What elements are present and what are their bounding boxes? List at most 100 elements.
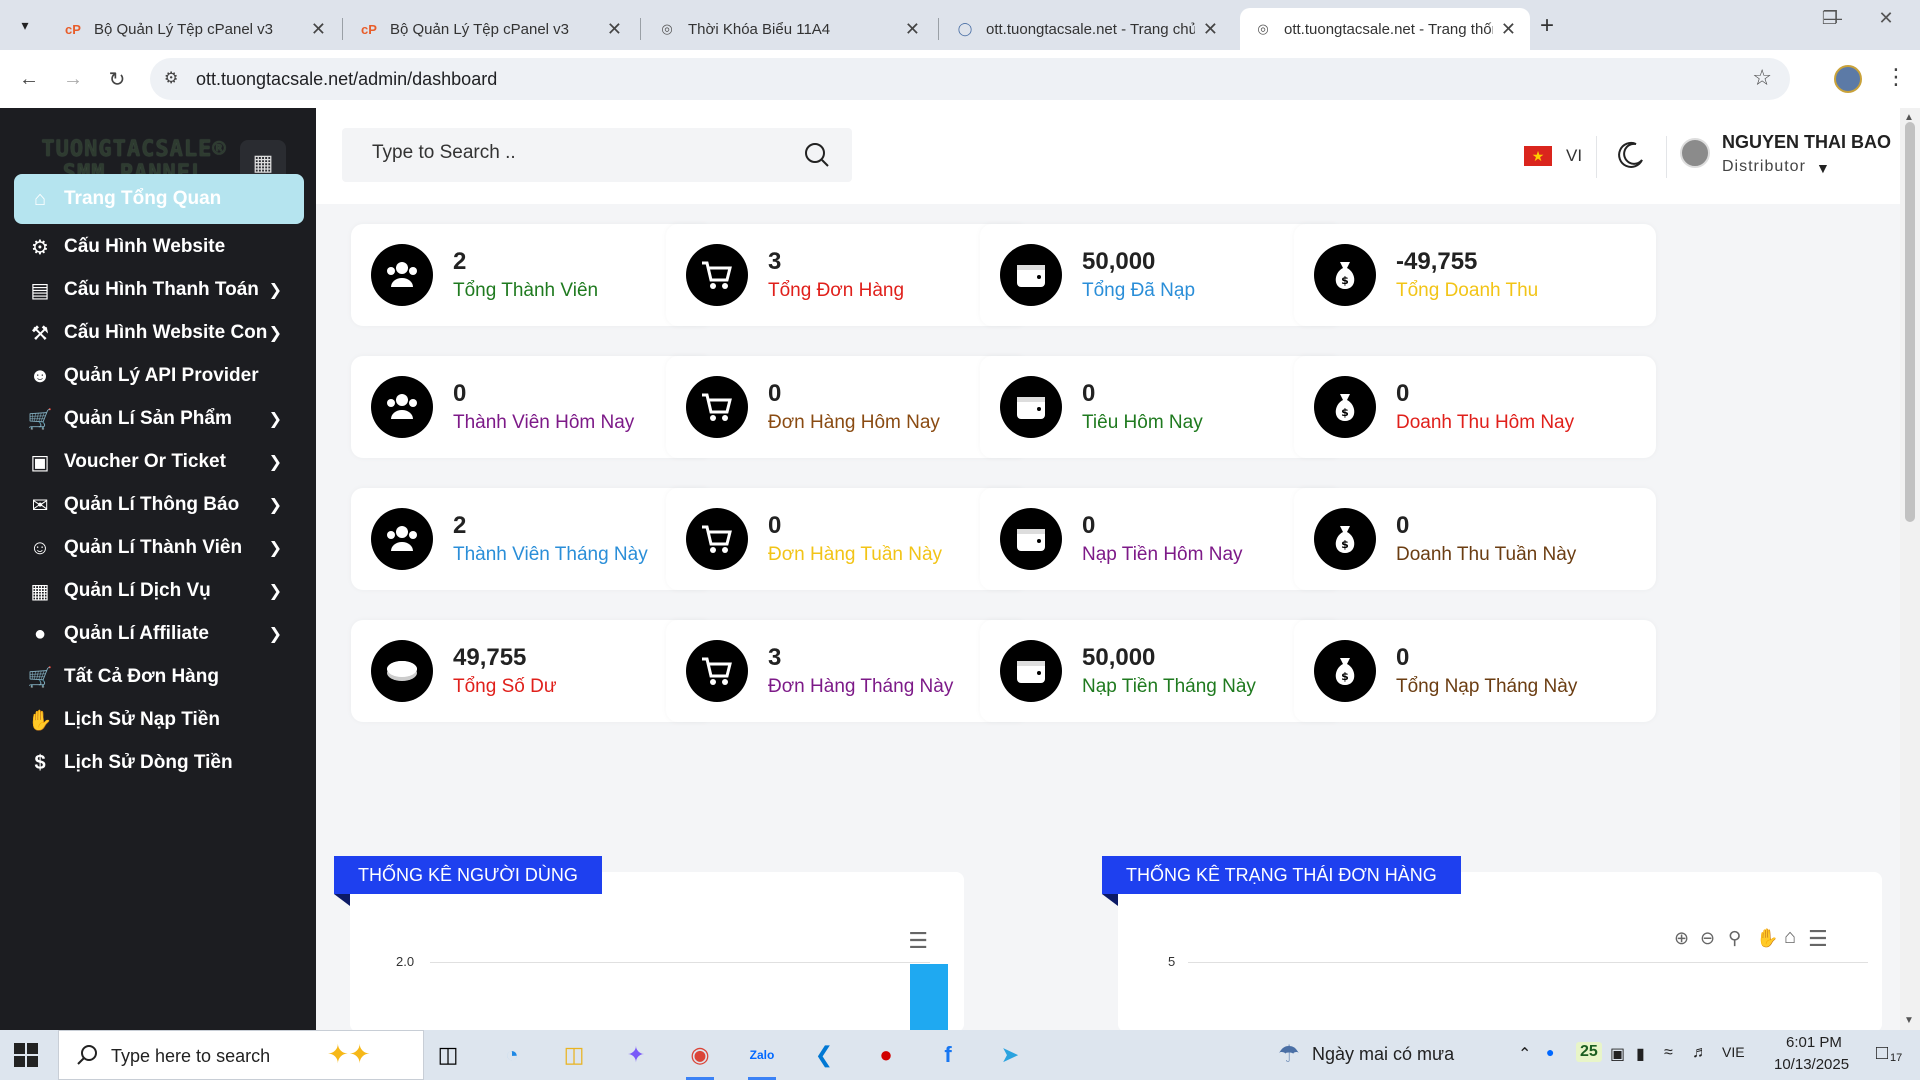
loading-icon: ◯ [957, 21, 973, 36]
gridline [1188, 962, 1868, 963]
scroll-down-arrow[interactable]: ▼ [1904, 1015, 1914, 1026]
wifi-icon[interactable]: ≈ [1664, 1044, 1673, 1062]
edge-browser-icon[interactable]: ◔ [494, 1038, 530, 1072]
zalo-tray-icon[interactable]: ● [1546, 1044, 1554, 1060]
meet-camera-icon[interactable]: ▣ [1610, 1044, 1625, 1064]
search-box[interactable] [342, 128, 852, 182]
clock-date[interactable]: 10/13/2025 [1774, 1056, 1849, 1073]
tray-badge[interactable]: 25 [1576, 1042, 1602, 1062]
url-text[interactable]: ott.tuongtacsale.net/admin/dashboard [196, 69, 497, 90]
facebook-icon[interactable]: f [930, 1038, 966, 1072]
close-tab-icon[interactable]: ✕ [1501, 19, 1516, 40]
browser-tab-5-active[interactable]: ◎ ott.tuongtacsale.net - Trang thống kê … [1240, 8, 1530, 50]
user-avatar[interactable] [1680, 138, 1710, 168]
chevron-right-icon: ❯ [268, 583, 282, 600]
sidebar-item-14[interactable]: $ Lịch Sử Dòng Tiền [14, 738, 304, 788]
tab-title: Thời Khóa Biểu 11A4 [688, 20, 831, 38]
notification-center-icon[interactable]: □ 17 [1876, 1042, 1902, 1065]
site-settings-icon[interactable]: ⚙ [164, 68, 178, 88]
stat-value: 0 [1082, 512, 1096, 539]
pan-hand-icon[interactable]: ✋ [1756, 928, 1778, 949]
recorder-icon[interactable]: ● [868, 1038, 904, 1072]
tray-chevron-up-icon[interactable]: ⌃ [1518, 1044, 1531, 1064]
stat-card-1: 2 Tổng Thành Viên [351, 224, 713, 326]
sidebar-item-1[interactable]: ⌂ Trang Tổng Quan [14, 174, 304, 224]
restore-button[interactable]: ❐ [1810, 8, 1850, 29]
input-language[interactable]: VIE [1722, 1044, 1745, 1060]
browser-menu-icon[interactable]: ⋮ [1885, 64, 1907, 90]
weather-text[interactable]: Ngày mai có mưa [1312, 1044, 1454, 1065]
chart-menu-icon[interactable]: ☰ [1808, 926, 1828, 952]
copilot-icon[interactable]: ✦ [618, 1038, 654, 1072]
new-tab-button[interactable]: + [1540, 12, 1554, 40]
sidebar-item-label: Tất Cả Đơn Hàng [64, 666, 219, 687]
globe-icon: ◎ [661, 21, 673, 36]
clock-time[interactable]: 6:01 PM [1786, 1034, 1842, 1051]
taskbar-search-box[interactable]: Type here to search ✦✦ [58, 1030, 424, 1080]
search-icon[interactable] [804, 142, 830, 168]
close-tab-icon[interactable]: ✕ [607, 19, 622, 40]
browser-tab-1[interactable]: cP Bộ Quản Lý Tệp cPanel v3 ✕ [50, 8, 340, 50]
wallet-icon [1000, 640, 1062, 702]
sidebar-item-label: Quản Lí Sản Phẩm [64, 408, 232, 429]
stat-card-7: 0 Tiêu Hôm Nay [980, 356, 1342, 458]
forward-button[interactable]: → [58, 64, 88, 94]
user-role[interactable]: Distributor [1722, 158, 1806, 176]
scroll-thumb[interactable] [1905, 122, 1915, 522]
zoom-in-icon[interactable]: ⊕ [1674, 928, 1689, 949]
chrome-icon[interactable]: ◉ [682, 1038, 718, 1080]
caret-down-icon[interactable]: ▼ [1816, 160, 1830, 176]
chart-bar[interactable] [910, 964, 948, 1034]
language-selector[interactable]: VI [1566, 146, 1582, 166]
browser-tab-3[interactable]: ◎ Thời Khóa Biểu 11A4 ✕ [644, 8, 934, 50]
address-bar[interactable]: ⚙ ott.tuongtacsale.net/admin/dashboard ☆ [150, 58, 1790, 100]
close-tab-icon[interactable]: ✕ [905, 19, 920, 40]
user-stats-title: THỐNG KÊ NGƯỜI DÙNG [334, 856, 602, 894]
volume-icon[interactable]: ♬ [1692, 1044, 1708, 1062]
divider [1666, 136, 1667, 178]
notification-count: 17 [1890, 1052, 1903, 1064]
zoom-out-icon[interactable]: ⊖ [1700, 928, 1715, 949]
chevron-right-icon: ❯ [268, 454, 282, 471]
money-bag-icon: $ [1314, 640, 1376, 702]
stat-value: 3 [768, 248, 782, 275]
reload-button[interactable]: ↻ [102, 64, 132, 94]
tab-separator [342, 18, 343, 40]
stat-label: Doanh Thu Hôm Nay [1396, 412, 1575, 433]
tab-search-menu-button[interactable]: ▾ [10, 10, 40, 40]
page-scrollbar[interactable]: ▲ ▼ [1900, 108, 1920, 1030]
cart-icon: 🛒 [27, 408, 53, 431]
file-explorer-icon[interactable]: ◫ [556, 1038, 592, 1072]
stat-value: 0 [768, 380, 782, 407]
close-tab-icon[interactable]: ✕ [1203, 19, 1218, 40]
users-icon [371, 508, 433, 570]
users-icon [371, 376, 433, 438]
battery-icon[interactable]: ▮ [1636, 1044, 1645, 1064]
close-window-button[interactable]: ✕ [1866, 8, 1906, 29]
stat-label: Tổng Đơn Hàng [768, 280, 905, 301]
back-button[interactable]: ← [14, 64, 44, 94]
reset-home-icon[interactable]: ⌂ [1784, 926, 1796, 949]
vscode-icon[interactable]: ❮ [806, 1038, 842, 1072]
user-name[interactable]: NGUYEN THAI BAO [1722, 132, 1891, 153]
stat-label: Thành Viên Tháng Này [453, 544, 648, 565]
browser-tab-2[interactable]: cP Bộ Quản Lý Tệp cPanel v3 ✕ [346, 8, 636, 50]
bookmark-star-icon[interactable]: ☆ [1752, 65, 1772, 91]
vietnam-flag-icon[interactable]: ★ [1524, 146, 1552, 166]
zalo-icon[interactable]: Zalo [744, 1038, 780, 1080]
close-tab-icon[interactable]: ✕ [311, 19, 326, 40]
sidebar-item-label: Voucher Or Ticket [64, 451, 226, 472]
windows-start-icon[interactable] [14, 1043, 38, 1067]
search-input[interactable] [372, 142, 772, 164]
profile-avatar[interactable] [1834, 65, 1862, 93]
magnify-icon[interactable]: ⚲ [1728, 928, 1741, 949]
task-view-icon[interactable]: ◫ [430, 1038, 466, 1072]
stat-card-12: $0 Doanh Thu Tuần Này [1294, 488, 1656, 590]
dark-mode-moon-icon[interactable] [1616, 140, 1646, 170]
telegram-icon[interactable]: ➤ [992, 1038, 1028, 1072]
rain-umbrella-icon[interactable]: ☂ [1278, 1040, 1300, 1069]
cart-icon [686, 376, 748, 438]
stat-card-9: 2 Thành Viên Tháng Này [351, 488, 713, 590]
browser-tab-4[interactable]: ◯ ott.tuongtacsale.net - Trang chủ ✕ [942, 8, 1232, 50]
chart-menu-icon[interactable]: ☰ [908, 928, 928, 954]
